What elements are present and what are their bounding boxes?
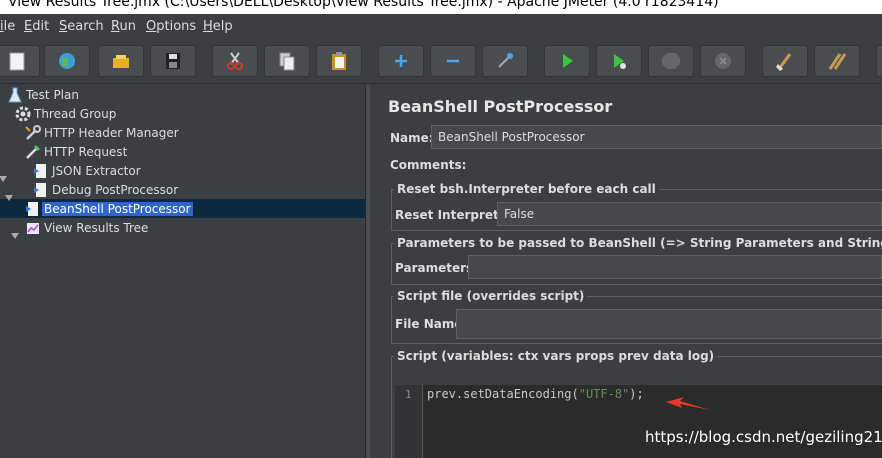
new-button[interactable] xyxy=(0,45,40,77)
paste-icon xyxy=(332,52,346,70)
tree-item-test-plan[interactable]: Test Plan xyxy=(6,85,81,104)
open-icon xyxy=(113,55,129,68)
wrench-icon xyxy=(25,124,41,140)
parameters-group-title: Parameters to be passed to BeanShell (=>… xyxy=(394,236,882,250)
clear-all-icon xyxy=(828,53,847,70)
red-arrow-annotation xyxy=(666,397,710,410)
tree-item-debug-postprocessor[interactable]: Debug PostProcessor xyxy=(32,180,180,199)
stop-button[interactable] xyxy=(648,45,694,77)
cut-icon xyxy=(227,52,243,70)
menu-file[interactable]: ile xyxy=(0,19,15,34)
tree-item-view-results-tree[interactable]: View Results Tree xyxy=(24,218,150,237)
collapse-button[interactable] xyxy=(430,45,476,77)
expand-arrow-icon[interactable] xyxy=(4,193,14,203)
watermark: https://blog.csdn.net/geziling211 xyxy=(645,428,882,446)
menu-run[interactable]: Run xyxy=(111,19,136,34)
parameters-field[interactable] xyxy=(468,255,882,279)
clear-all-button[interactable] xyxy=(814,45,860,77)
menu-search[interactable]: Search xyxy=(59,19,104,34)
file-name-field[interactable] xyxy=(456,309,882,339)
templates-button[interactable] xyxy=(44,45,90,77)
shutdown-button[interactable] xyxy=(700,45,746,77)
clear-button[interactable] xyxy=(762,45,808,77)
pipette-icon xyxy=(26,144,41,159)
splitter[interactable] xyxy=(366,85,370,458)
toggle-icon xyxy=(498,53,513,68)
start-no-pauses-button[interactable] xyxy=(596,45,642,77)
expand-arrow-icon[interactable] xyxy=(0,174,8,184)
tree-item-thread-group[interactable]: Thread Group xyxy=(14,104,118,123)
beaker-icon xyxy=(8,87,22,102)
script-group-title: Script (variables: ctx vars props prev d… xyxy=(394,349,718,363)
templates-icon xyxy=(59,53,75,69)
postprocessor-icon xyxy=(34,182,46,197)
collapse-icon xyxy=(447,59,459,63)
save-icon xyxy=(166,53,180,69)
title-bar: View Results Tree.jmx (C:\Users\DELL\Des… xyxy=(0,0,882,14)
reset-interpreter-select[interactable]: False xyxy=(497,202,882,226)
postprocessor-icon xyxy=(26,201,38,216)
reset-group-title: Reset bsh.Interpreter before each call xyxy=(394,182,659,196)
tree-item-json-extractor[interactable]: JSON Extractor xyxy=(32,161,143,180)
expand-icon xyxy=(395,55,407,67)
start-button[interactable] xyxy=(544,45,590,77)
menu-bar: ile Edit Search Run Options Help xyxy=(0,14,882,39)
window-title: View Results Tree.jmx (C:\Users\DELL\Des… xyxy=(8,0,719,10)
expand-button[interactable] xyxy=(378,45,424,77)
shutdown-icon xyxy=(715,53,731,69)
name-field[interactable]: BeanShell PostProcessor xyxy=(431,125,882,149)
script-editor[interactable]: 1 prev.setDataEncoding("UTF-8"); xyxy=(395,385,882,458)
script-code-line[interactable]: prev.setDataEncoding("UTF-8"); xyxy=(427,387,644,401)
start-icon xyxy=(563,54,573,68)
new-icon xyxy=(9,52,25,71)
menu-edit[interactable]: Edit xyxy=(24,19,49,34)
chart-icon xyxy=(27,222,39,234)
tree-item-http-request[interactable]: HTTP Request xyxy=(24,142,129,161)
code-string: "UTF-8" xyxy=(578,387,630,401)
line-number-gutter: 1 xyxy=(395,385,423,458)
panel-title: BeanShell PostProcessor xyxy=(388,97,613,116)
start-no-pause-icon xyxy=(614,54,626,69)
save-button[interactable] xyxy=(150,45,196,77)
copy-icon xyxy=(279,52,295,71)
toggle-button[interactable] xyxy=(482,45,528,77)
comments-label: Comments: xyxy=(390,158,467,172)
comments-field[interactable] xyxy=(459,152,882,176)
code-suffix: ); xyxy=(629,387,644,401)
copy-button[interactable] xyxy=(264,45,310,77)
expand-arrow-icon[interactable] xyxy=(10,231,20,241)
menu-options[interactable]: Options xyxy=(146,19,196,34)
tree-item-beanshell-postprocessor[interactable]: BeanShell PostProcessor xyxy=(24,199,193,218)
tree-item-http-header-manager[interactable]: HTTP Header Manager xyxy=(24,123,181,142)
gear-icon xyxy=(15,106,31,121)
stop-icon xyxy=(662,53,680,69)
test-plan-tree: Test Plan Thread Group HTTP Header Manag… xyxy=(0,85,366,458)
clear-icon xyxy=(776,53,792,71)
line-number: 1 xyxy=(405,388,412,401)
script-file-group-title: Script file (overrides script) xyxy=(394,289,588,303)
code-prefix: prev.setDataEncoding( xyxy=(427,387,579,401)
toolbar xyxy=(0,39,882,84)
cut-button[interactable] xyxy=(212,45,258,77)
parameters-label: Parameters: xyxy=(395,261,478,275)
open-button[interactable] xyxy=(98,45,144,77)
jmeter-window: View Results Tree.jmx (C:\Users\DELL\Des… xyxy=(0,0,882,458)
paste-button[interactable] xyxy=(316,45,362,77)
menu-help[interactable]: Help xyxy=(203,19,233,34)
toolbar-overflow-button[interactable] xyxy=(876,45,882,77)
postprocessor-icon xyxy=(34,163,46,178)
name-label: Name: xyxy=(390,131,434,145)
